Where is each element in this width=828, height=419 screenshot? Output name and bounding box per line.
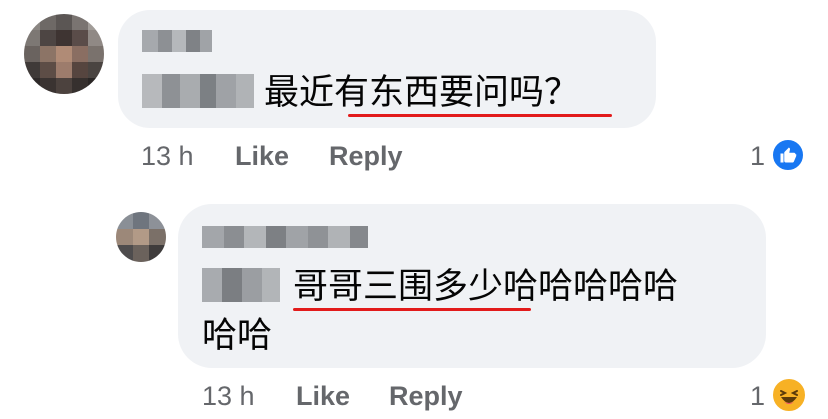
commenter-name[interactable] (142, 30, 212, 52)
like-button[interactable]: Like (235, 141, 289, 172)
comment-text: 最近有东西要问吗？ (264, 73, 580, 113)
haha-icon[interactable] (771, 377, 807, 413)
reply-blurred-mention (202, 268, 280, 302)
reaction-count[interactable]: 1 (750, 141, 765, 172)
reply-like-button[interactable]: Like (296, 381, 350, 412)
reply-text-line-2: 哈哈 (202, 316, 273, 356)
reply-button[interactable]: Reply (329, 141, 403, 172)
reply-timestamp[interactable]: 13 h (202, 381, 255, 412)
reply-reaction-count[interactable]: 1 (750, 381, 765, 412)
reply-reply-button[interactable]: Reply (389, 381, 463, 412)
laughing-face-icon (774, 380, 804, 410)
commenter-avatar[interactable] (24, 14, 104, 94)
highlight-underline (348, 114, 612, 117)
reply-commenter-name[interactable] (202, 226, 368, 248)
reply-text-line-1: 哥哥三围多少哈哈哈哈哈 (293, 267, 679, 307)
reply-highlight-underline (293, 308, 531, 311)
blurred-mention (142, 74, 254, 108)
like-icon[interactable] (771, 138, 805, 172)
comment-timestamp[interactable]: 13 h (141, 141, 194, 172)
reply-avatar[interactable] (116, 212, 166, 262)
thumbs-up-icon (780, 147, 797, 163)
